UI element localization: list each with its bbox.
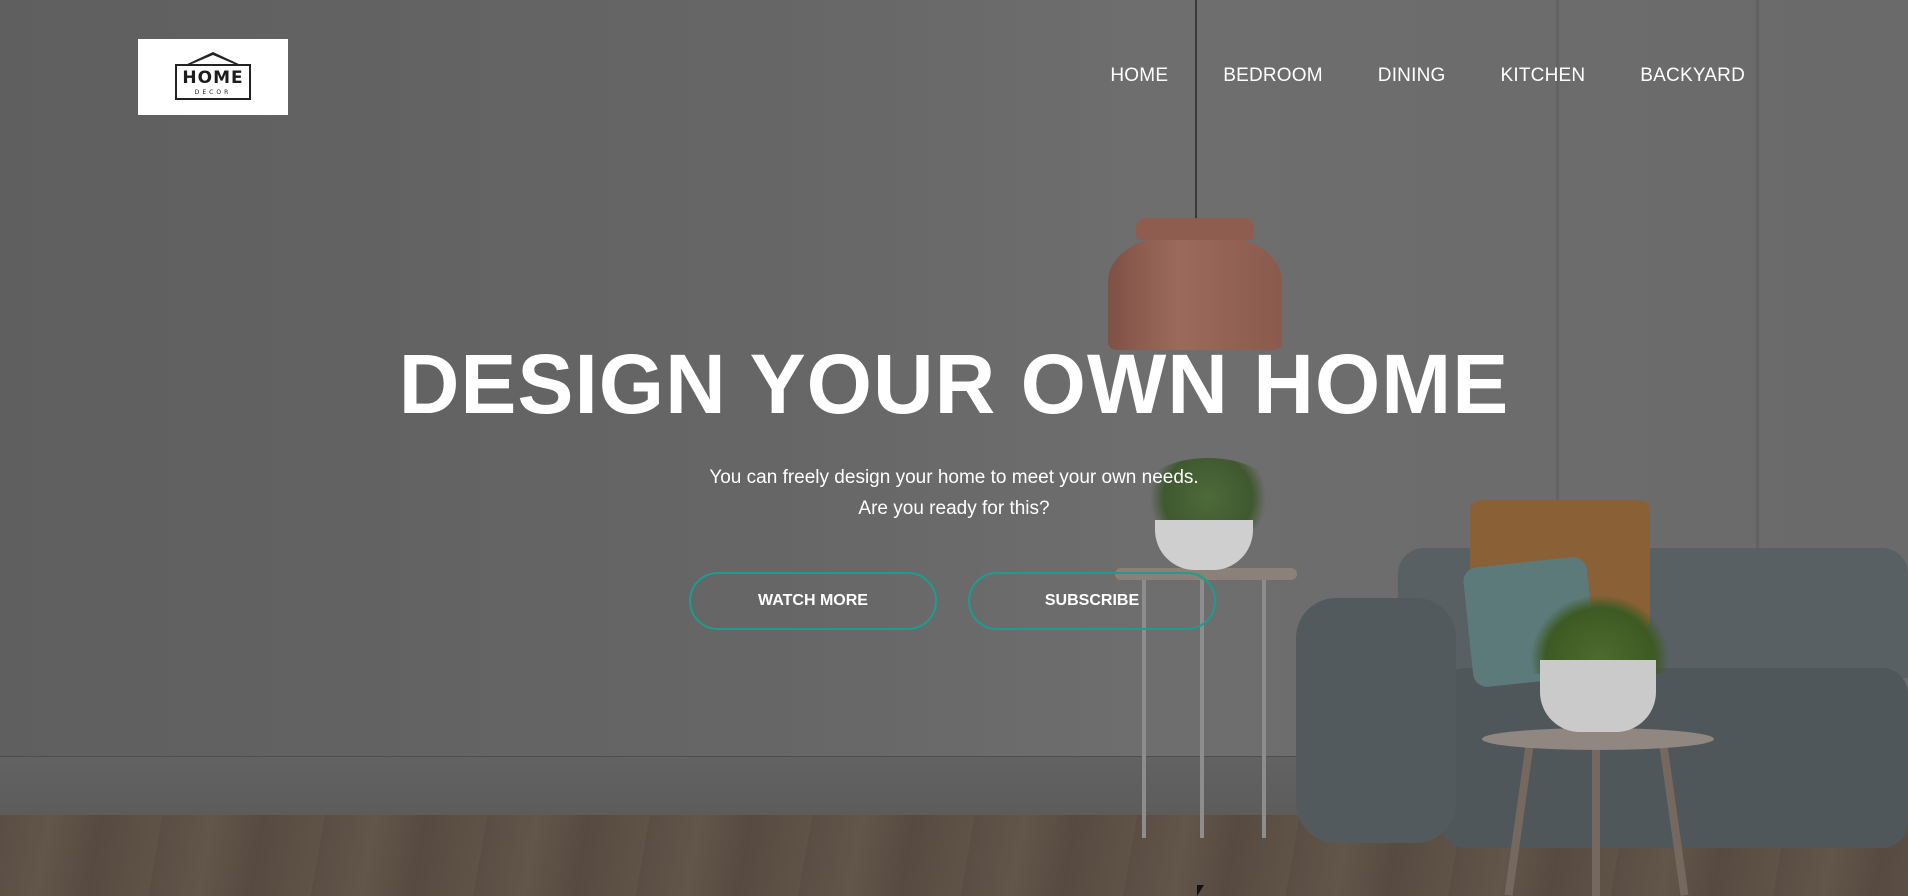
nav-item-bedroom[interactable]: BEDROOM bbox=[1223, 65, 1323, 87]
logo-word: HOME bbox=[182, 68, 244, 88]
hero-subtitle: You can freely design your home to meet … bbox=[0, 462, 1908, 524]
logo-subtext: DECOR bbox=[194, 89, 232, 96]
watch-more-button[interactable]: WATCH MORE bbox=[689, 572, 937, 630]
mouse-cursor-icon bbox=[1197, 885, 1204, 896]
nav-item-dining[interactable]: DINING bbox=[1378, 65, 1446, 87]
hero-subtitle-line2: Are you ready for this? bbox=[858, 498, 1050, 519]
nav-item-kitchen[interactable]: KITCHEN bbox=[1500, 65, 1585, 87]
home-decor-logo-icon: HOME DECOR bbox=[173, 52, 253, 102]
dark-overlay bbox=[0, 0, 1908, 896]
nav-item-backyard[interactable]: BACKYARD bbox=[1640, 65, 1745, 87]
subscribe-button[interactable]: SUBSCRIBE bbox=[968, 572, 1216, 630]
main-nav: HOME BEDROOM DINING KITCHEN BACKYARD bbox=[1110, 65, 1745, 87]
logo[interactable]: HOME DECOR bbox=[138, 39, 288, 115]
hero-section: HOME DECOR HOME BEDROOM DINING KITCHEN B… bbox=[0, 0, 1908, 896]
hero-subtitle-line1: You can freely design your home to meet … bbox=[709, 467, 1199, 488]
nav-item-home[interactable]: HOME bbox=[1110, 65, 1168, 87]
hero-title: DESIGN YOUR OWN HOME bbox=[398, 337, 1510, 431]
